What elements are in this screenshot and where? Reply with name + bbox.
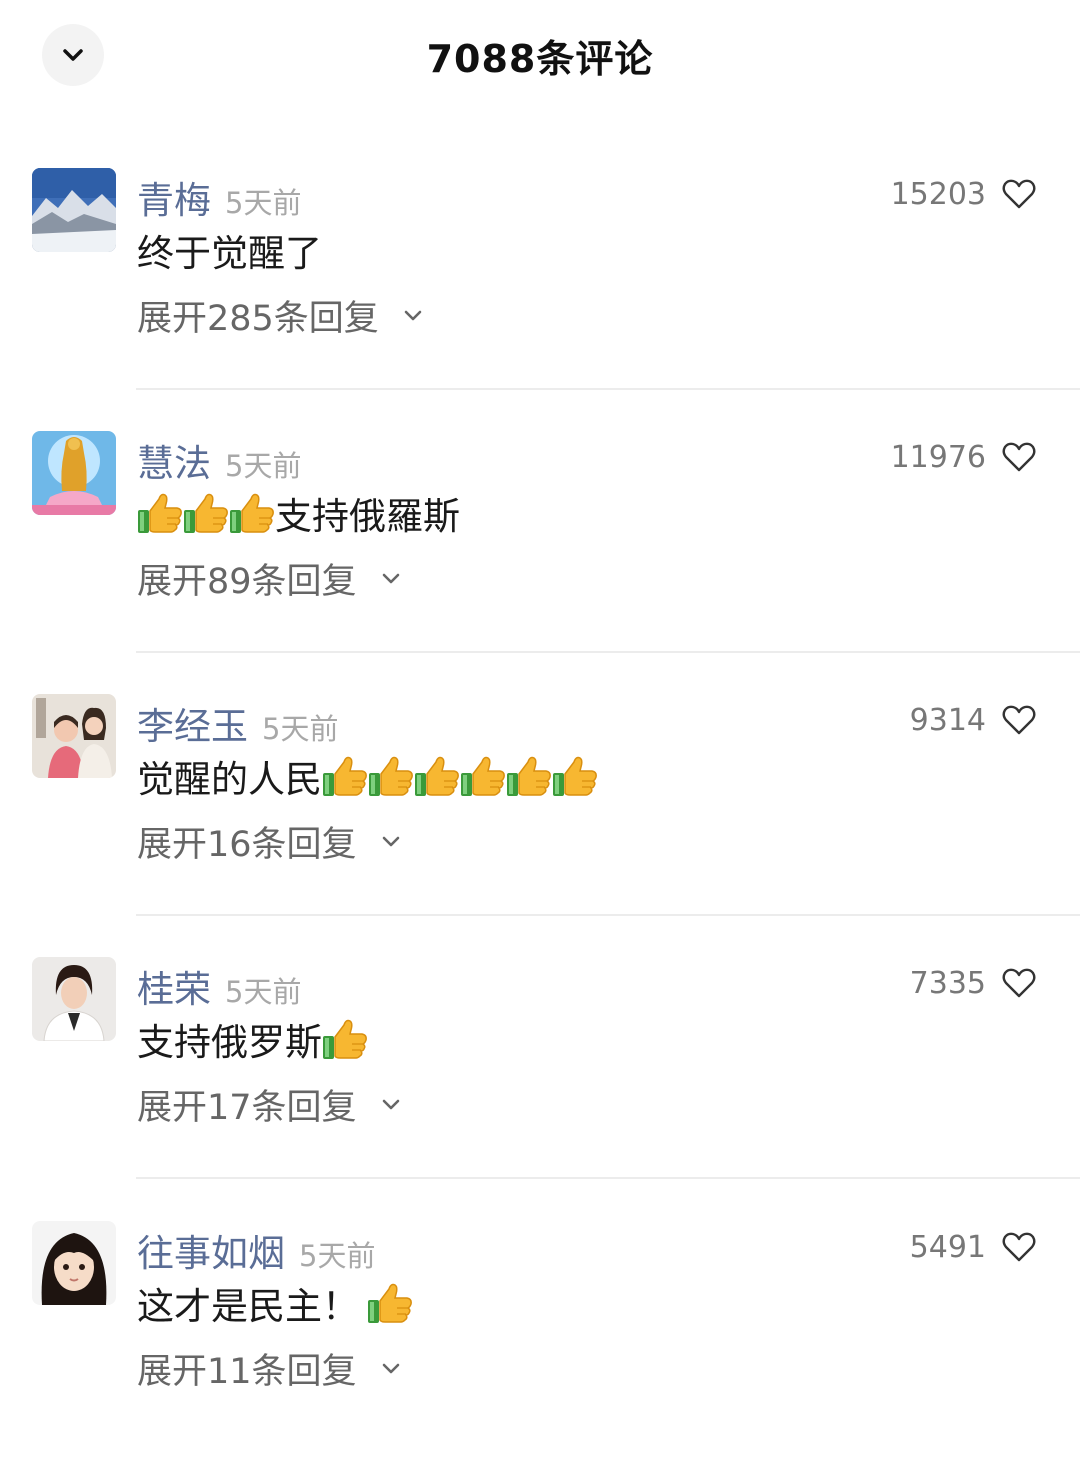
avatar[interactable] <box>32 168 116 252</box>
comment-item: 青梅 5天前 15203 终于觉醒了 展开285条回复 <box>0 168 1080 430</box>
chevron-down-icon <box>382 1099 399 1110</box>
chevron-down-icon <box>404 310 422 321</box>
header: 7088条评论 <box>0 0 1080 110</box>
avatar[interactable] <box>32 957 116 1041</box>
thumbs-up-icon <box>229 491 275 535</box>
username[interactable]: 往事如烟 <box>137 1223 285 1277</box>
comment-meta: 青梅 5天前 <box>137 170 301 222</box>
divider <box>136 388 1080 390</box>
like-count: 7335 <box>909 965 986 1001</box>
comment-meta: 慧法 5天前 <box>137 433 301 485</box>
timestamp: 5天前 <box>262 712 339 746</box>
username[interactable]: 桂荣 <box>137 959 211 1013</box>
like-count: 9314 <box>909 702 986 738</box>
like-button[interactable]: 5491 <box>910 1225 1036 1269</box>
thumbs-up-icon <box>414 754 460 798</box>
avatar[interactable] <box>32 431 116 515</box>
timestamp: 5天前 <box>225 449 302 483</box>
expand-replies-label: 展开17条回复 <box>137 1087 357 1128</box>
avatar[interactable] <box>32 1221 116 1305</box>
comment-text-body: 支持俄羅斯 <box>275 495 460 538</box>
expand-replies-label: 展开16条回复 <box>137 824 357 865</box>
like-button[interactable]: 9314 <box>910 698 1036 742</box>
thumbs-up-icon <box>367 1281 413 1325</box>
thumbs-up-icon <box>137 491 183 535</box>
expand-replies-label: 展开11条回复 <box>137 1351 357 1392</box>
chevron-down-icon <box>382 573 399 584</box>
heart-icon <box>1002 179 1036 209</box>
comment-count-title: 7088条评论 <box>426 37 654 81</box>
expand-replies-label: 展开89条回复 <box>137 561 357 602</box>
timestamp: 5天前 <box>225 186 302 220</box>
username[interactable]: 慧法 <box>137 433 211 487</box>
comment-item: 往事如烟 5天前 5491 这才是民主！ 展开11条回复 <box>0 1221 1080 1483</box>
comment-item: 李经玉 5天前 9314 觉醒的人民 展开16条回复 <box>0 694 1080 956</box>
comment-text: 支持俄羅斯 <box>137 489 460 538</box>
comment-item: 桂荣 5天前 7335 支持俄罗斯 展开17条回复 <box>0 957 1080 1219</box>
comment-text: 觉醒的人民 <box>137 752 598 801</box>
avatar[interactable] <box>32 694 116 778</box>
like-button[interactable]: 7335 <box>910 961 1036 1005</box>
like-count: 5491 <box>909 1229 986 1265</box>
heart-icon <box>1002 968 1036 998</box>
heart-icon <box>1002 442 1036 472</box>
thumbs-up-icon <box>183 491 229 535</box>
chevron-down-icon <box>382 1363 399 1374</box>
expand-replies-button[interactable]: 展开17条回复 <box>137 1081 403 1128</box>
comment-text: 终于觉醒了 <box>137 226 322 275</box>
expand-replies-button[interactable]: 展开285条回复 <box>137 292 425 339</box>
expand-replies-button[interactable]: 展开11条回复 <box>137 1345 403 1392</box>
like-button[interactable]: 15203 <box>891 172 1036 216</box>
comment-text: 这才是民主！ <box>137 1279 413 1328</box>
thumbs-up-icon <box>552 754 598 798</box>
heart-icon <box>1002 705 1036 735</box>
username[interactable]: 李经玉 <box>137 696 248 750</box>
heart-icon <box>1002 1232 1036 1262</box>
comment-meta: 李经玉 5天前 <box>137 696 338 748</box>
timestamp: 5天前 <box>299 1239 376 1273</box>
comment-meta: 往事如烟 5天前 <box>137 1223 375 1275</box>
thumbs-up-icon <box>368 754 414 798</box>
divider <box>136 914 1080 916</box>
chevron-down-icon <box>382 836 399 847</box>
username[interactable]: 青梅 <box>137 170 211 224</box>
expand-replies-button[interactable]: 展开89条回复 <box>137 555 403 602</box>
divider <box>136 1177 1080 1179</box>
thumbs-up-icon <box>506 754 552 798</box>
comment-text-body: 这才是民主！ <box>137 1285 359 1328</box>
thumbs-up-icon <box>322 754 368 798</box>
divider <box>136 651 1080 653</box>
like-count: 11976 <box>890 439 986 475</box>
expand-replies-button[interactable]: 展开16条回复 <box>137 818 403 865</box>
comment-text-body: 终于觉醒了 <box>137 232 322 275</box>
expand-replies-label: 展开285条回复 <box>137 298 379 339</box>
like-count: 15203 <box>890 176 986 212</box>
thumbs-up-icon <box>460 754 506 798</box>
comment-text: 支持俄罗斯 <box>137 1015 368 1064</box>
comment-meta: 桂荣 5天前 <box>137 959 301 1011</box>
thumbs-up-icon <box>322 1017 368 1061</box>
comment-text-body: 支持俄罗斯 <box>137 1021 322 1064</box>
comment-text-body: 觉醒的人民 <box>137 758 322 801</box>
timestamp: 5天前 <box>225 975 302 1009</box>
comment-item: 慧法 5天前 11976 支持俄羅斯 展开89条回复 <box>0 431 1080 693</box>
like-button[interactable]: 11976 <box>891 435 1036 479</box>
